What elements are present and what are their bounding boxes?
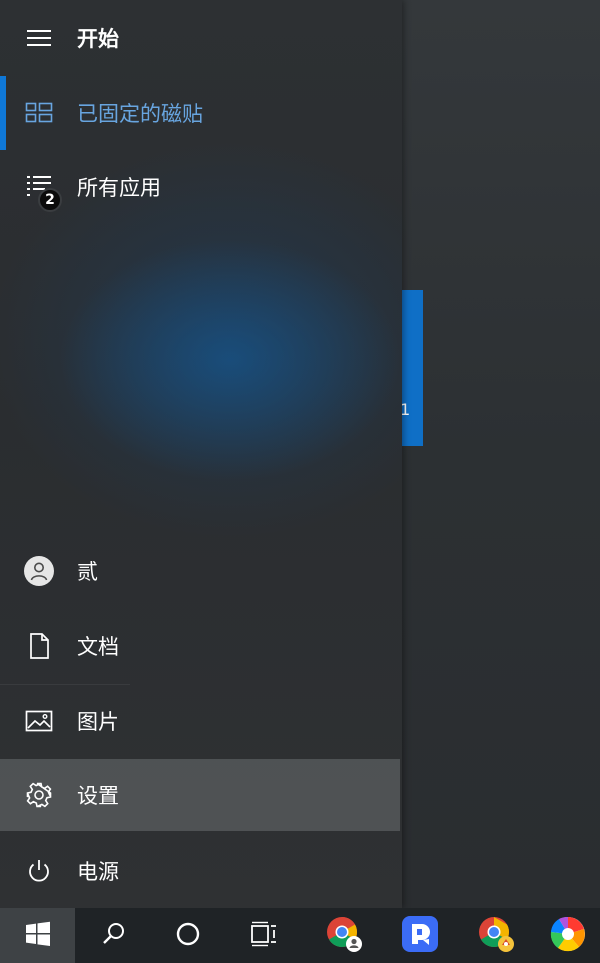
picture-icon (24, 706, 54, 736)
search-icon (101, 921, 127, 951)
nav-item-settings[interactable]: 设置 (0, 759, 400, 831)
selected-accent-bar (0, 76, 6, 150)
nav-item-documents[interactable]: 文档 (0, 609, 402, 683)
taskbar-cortana-button[interactable] (152, 908, 224, 963)
taskbar-start-button[interactable] (0, 908, 75, 963)
nav-item-label: 文档 (77, 635, 119, 659)
chrome-icon (324, 914, 364, 958)
taskbar-search-button[interactable] (76, 908, 152, 963)
taskbar (0, 908, 600, 963)
divider (0, 684, 130, 685)
chrome-icon (476, 914, 516, 958)
nav-item-label: 设置 (77, 784, 119, 808)
nav-item-pinned-tiles[interactable]: 已固定的磁贴 (0, 76, 402, 150)
nav-item-label: 电源 (77, 860, 119, 884)
nav-item-power[interactable]: 电源 (0, 834, 402, 908)
document-icon (24, 631, 54, 661)
nav-item-user-account[interactable]: 贰 (0, 534, 402, 608)
start-title: 开始 (77, 27, 119, 51)
nav-item-pictures[interactable]: 图片 (0, 684, 402, 758)
tiles-icon (24, 98, 54, 128)
nav-item-label: 已固定的磁贴 (77, 102, 203, 126)
user-avatar-icon (24, 556, 54, 586)
taskbar-task-view-button[interactable] (226, 908, 302, 963)
notification-badge: 2 (38, 188, 62, 212)
taskbar-chrome-profile-1[interactable] (306, 908, 382, 963)
start-tile-partial[interactable]: 1 (400, 290, 423, 446)
start-menu-panel: 开始 已固定的磁贴 2 所有应用 贰 文档 图片 设置 电源 (0, 0, 402, 908)
gear-icon (24, 780, 54, 810)
task-view-icon (250, 921, 278, 951)
desktop: 1 开始 已固定的磁贴 2 所有应用 贰 文档 图片 设置 电源 (0, 0, 600, 963)
docs-app-icon (401, 915, 439, 957)
taskbar-pinwheel-app[interactable] (536, 908, 600, 963)
start-header[interactable]: 开始 (0, 0, 402, 76)
pinwheel-icon (548, 914, 588, 958)
taskbar-chrome-profile-2[interactable] (458, 908, 534, 963)
power-icon (24, 856, 54, 886)
cortana-circle-icon (175, 921, 201, 951)
taskbar-docs-app[interactable] (382, 908, 458, 963)
user-name: 贰 (77, 560, 98, 584)
nav-item-label: 所有应用 (77, 176, 161, 200)
nav-item-all-apps[interactable]: 2 所有应用 (0, 150, 402, 224)
hamburger-menu-icon[interactable] (24, 23, 54, 53)
nav-item-label: 图片 (77, 710, 119, 734)
windows-logo-icon (25, 921, 51, 951)
